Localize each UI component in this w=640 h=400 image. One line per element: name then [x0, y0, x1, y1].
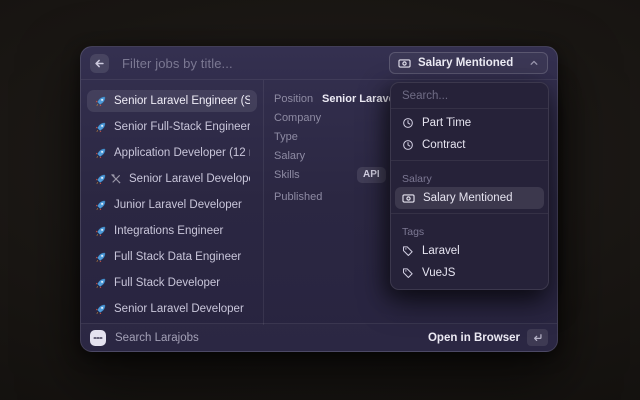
job-list-item[interactable]: Senior Full-Stack Engineer II, Ac...	[87, 116, 257, 138]
job-list-item[interactable]: Senior Laravel Engineer (Shapin...	[87, 90, 257, 112]
job-title: Senior Full-Stack Engineer II, Ac...	[114, 121, 250, 133]
filter-dropdown-label: Salary Mentioned	[418, 57, 522, 69]
filter-jobs-input[interactable]: Filter jobs by title...	[122, 56, 389, 71]
dropdown-item-label: Laravel	[422, 245, 460, 257]
job-list-item[interactable]: Senior Laravel Developer (T...	[87, 168, 257, 190]
dropdown-section: Tags Laravel VueJS	[391, 218, 548, 284]
rocket-icon	[94, 199, 107, 212]
job-title: Senior Laravel Engineer (Shapin...	[114, 95, 250, 107]
dropdown-section: Salary Salary Mentioned	[391, 165, 548, 209]
job-list-item[interactable]: Junior Laravel Developer	[87, 194, 257, 216]
back-button[interactable]	[90, 54, 109, 73]
dropdown-search-input[interactable]: Search...	[391, 83, 548, 109]
rocket-icon	[94, 147, 107, 160]
dropdown-section-title: Tags	[391, 221, 548, 240]
dropdown-item[interactable]: VueJS	[395, 262, 544, 284]
dropdown-item-label: VueJS	[422, 267, 455, 279]
job-title: Integrations Engineer	[114, 225, 250, 237]
detail-label: Published	[274, 191, 318, 203]
rocket-icon	[94, 225, 107, 238]
header: Filter jobs by title... Salary Mentioned	[81, 47, 557, 80]
tools-icon	[110, 173, 122, 185]
tag-icon	[402, 267, 414, 279]
filter-dropdown-button[interactable]: Salary Mentioned	[389, 52, 548, 74]
filter-dropdown-panel: Search... Part Time Contract Salary Salary …	[390, 82, 549, 290]
dropdown-item[interactable]: Contract	[395, 134, 544, 156]
job-title: Junior Laravel Developer	[114, 199, 250, 211]
arrow-left-icon	[94, 58, 105, 69]
enter-key-icon	[527, 329, 548, 346]
job-list: Senior Laravel Engineer (Shapin... Senior…	[81, 80, 263, 325]
detail-label: Salary	[274, 150, 318, 162]
command-name: Search Larajobs	[115, 332, 428, 344]
dropdown-item[interactable]: Salary Mentioned	[395, 187, 544, 209]
job-list-item[interactable]: Application Developer (12 mont...	[87, 142, 257, 164]
separator	[391, 160, 548, 161]
rocket-icon	[94, 277, 107, 290]
rocket-icon	[94, 303, 107, 316]
larajobs-icon	[90, 330, 106, 346]
rocket-icon	[94, 251, 107, 264]
clock-icon	[402, 117, 414, 129]
rocket-icon	[94, 95, 107, 108]
job-list-item[interactable]: Full Stack Data Engineer	[87, 246, 257, 268]
rocket-icon	[94, 121, 107, 134]
job-title: Full Stack Developer	[114, 277, 250, 289]
chevron-up-icon	[529, 58, 539, 68]
dropdown-item-label: Contract	[422, 139, 465, 151]
dropdown-item[interactable]: Part Time	[395, 112, 544, 134]
job-title: Senior Laravel Developer (T...	[129, 173, 250, 185]
skill-tag: API	[357, 167, 386, 183]
banknote-icon	[402, 192, 415, 205]
detail-label: Position	[274, 93, 318, 105]
separator	[391, 213, 548, 214]
detail-label: Skills	[274, 169, 318, 181]
tag-icon	[402, 245, 414, 257]
dropdown-item-label: Part Time	[422, 117, 471, 129]
detail-label: Type	[274, 131, 318, 143]
job-title: Full Stack Data Engineer	[114, 251, 250, 263]
detail-label: Company	[274, 112, 318, 124]
clock-icon	[402, 139, 414, 151]
dropdown-item[interactable]: Laravel	[395, 240, 544, 262]
launcher-window: Filter jobs by title... Salary Mentioned…	[80, 46, 558, 352]
job-list-item[interactable]: Integrations Engineer	[87, 220, 257, 242]
banknote-icon	[398, 57, 411, 70]
dropdown-section-title: Salary	[391, 168, 548, 187]
job-title: Application Developer (12 mont...	[114, 147, 250, 159]
dropdown-section: Part Time Contract	[391, 109, 548, 156]
rocket-icon	[94, 173, 107, 186]
dropdown-item-label: Salary Mentioned	[423, 192, 513, 204]
job-list-item[interactable]: Senior Laravel Developer	[87, 298, 257, 320]
footer: Search Larajobs Open in Browser	[81, 323, 557, 351]
job-title: Senior Laravel Developer	[114, 303, 250, 315]
open-in-browser-action[interactable]: Open in Browser	[428, 332, 520, 344]
job-list-item[interactable]: Full Stack Developer	[87, 272, 257, 294]
